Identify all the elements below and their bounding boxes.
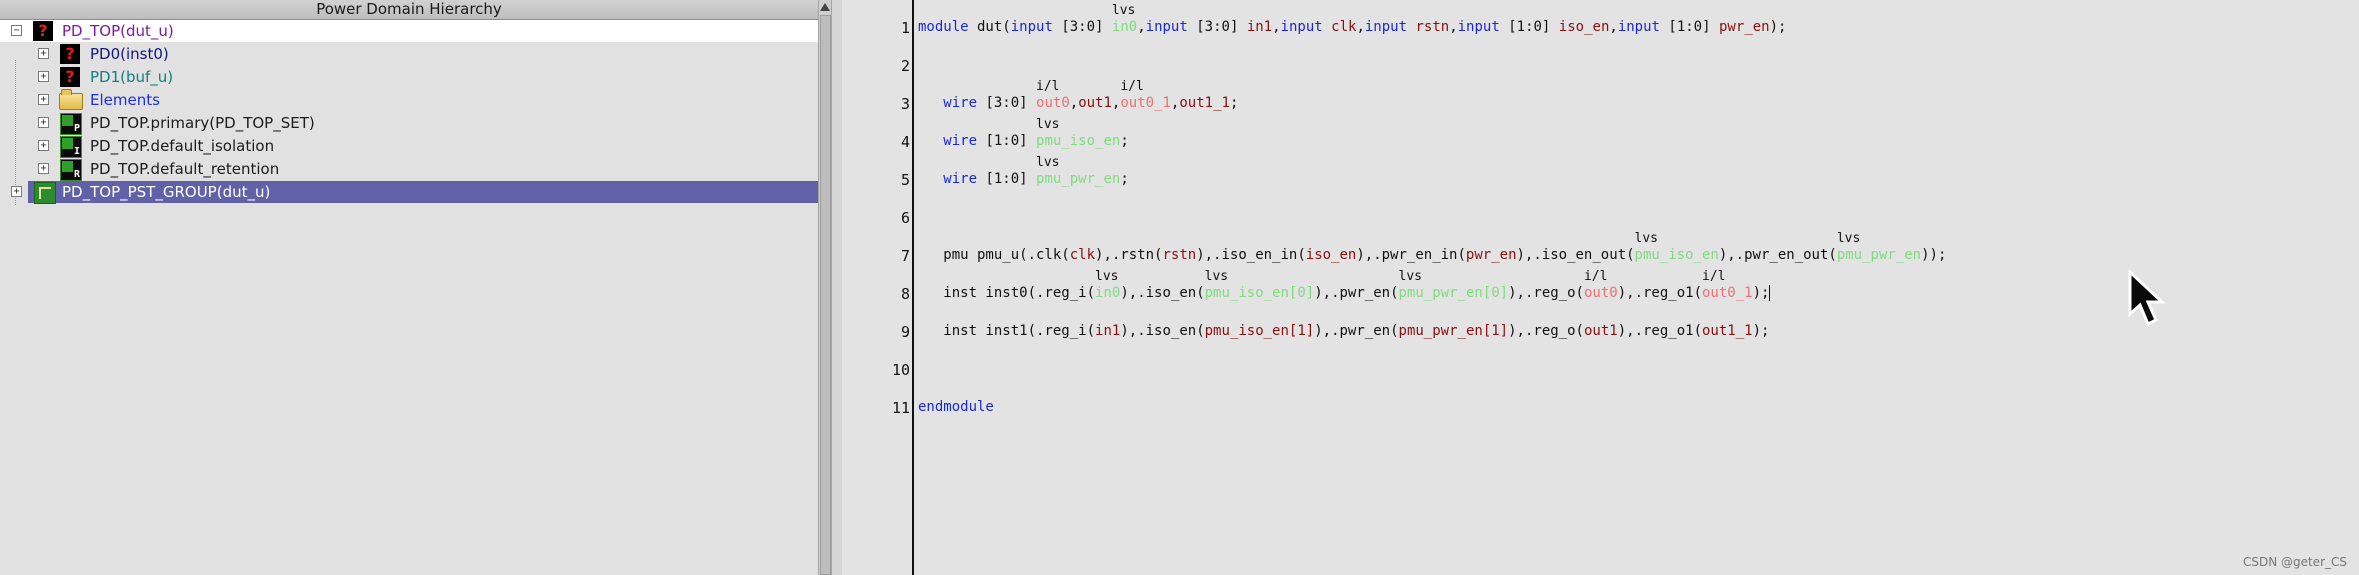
question-icon: ?	[33, 21, 53, 41]
tree-row-pd1[interactable]: + ? PD1(buf_u)	[0, 66, 818, 88]
tree-row-elements[interactable]: + Elements	[0, 89, 818, 111]
lvs-annotation: lvs pmu_iso_en	[1634, 231, 1719, 263]
code-text: inst inst0(.reg_i(lvs in0),.iso_en(lvs pmu…	[918, 269, 1771, 301]
code-line-6: 6	[842, 202, 2359, 232]
icon-badge: I	[73, 146, 80, 157]
tree-row-pd-top[interactable]: − ? PD_TOP(dut_u)	[0, 20, 818, 42]
tree-label: PD1(buf_u)	[90, 68, 174, 86]
power-domain-panel: Power Domain Hierarchy − ? PD_TOP(dut_u)…	[0, 0, 819, 575]
expand-icon[interactable]: +	[38, 140, 49, 151]
retention-icon: R	[60, 159, 82, 181]
tree-row-pst-group[interactable]: + PD_TOP_PST_GROUP(dut_u)	[0, 181, 818, 204]
tree-label: Elements	[90, 91, 160, 109]
icon-badge: P	[73, 123, 80, 134]
tree-label: PD_TOP.default_retention	[90, 160, 280, 178]
line-number: 7	[900, 247, 910, 265]
tree-row-retention[interactable]: + R PD_TOP.default_retention	[0, 158, 818, 181]
code-text: pmu pmu_u(.clk(clk),.rstn(rstn),.iso_en_…	[918, 231, 1947, 263]
code-text: wire [3:0] i/l out0,out1, i/l out0_1,out1_1…	[943, 79, 1239, 111]
code-text: module dut(input [3:0] lvs in0,input [3:0…	[918, 3, 1787, 35]
tree-row-pd0[interactable]: + ? PD0(inst0)	[0, 43, 818, 65]
text-cursor	[1769, 285, 1771, 301]
line-number: 3	[900, 95, 910, 113]
code-line-3: 3 wire [3:0] i/l out0,out1, i/l out0_1,out1…	[842, 79, 2359, 118]
il-annotation: i/l out0_1	[1702, 269, 1753, 301]
line-number: 11	[891, 399, 910, 417]
scrollbar-thumb[interactable]	[820, 15, 831, 575]
tree-label: PD_TOP(dut_u)	[62, 22, 174, 40]
code-line-7: 7 pmu pmu_u(.clk(clk),.rstn(rstn),.iso_e…	[842, 231, 2359, 270]
code-line-11: 11 endmodule	[842, 392, 2359, 422]
line-number: 4	[900, 133, 910, 151]
code-line-4: 4 wire [1:0] lvs pmu_iso_en;	[842, 117, 2359, 156]
lvs-annotation: lvs pmu_pwr_en	[1036, 155, 1121, 187]
panel-splitter[interactable]	[832, 0, 842, 575]
panel-title: Power Domain Hierarchy	[0, 0, 818, 20]
isolation-icon: I	[60, 136, 82, 158]
tree-label: PD_TOP.primary(PD_TOP_SET)	[90, 114, 315, 132]
watermark: CSDN @geter_CS	[2242, 555, 2347, 569]
folder-icon	[59, 89, 83, 110]
collapse-icon[interactable]: −	[11, 25, 22, 36]
il-annotation: i/l out0	[1583, 269, 1618, 301]
lvs-annotation: lvs pmu_pwr_en	[1836, 231, 1922, 263]
il-annotation: i/l out0_1	[1120, 79, 1171, 111]
tree-row-isolation[interactable]: + I PD_TOP.default_isolation	[0, 135, 818, 158]
expand-icon[interactable]: +	[38, 117, 49, 128]
scroll-up-icon[interactable]	[820, 3, 830, 11]
code-text: wire [1:0] lvs pmu_pwr_en;	[943, 155, 1129, 187]
line-number: 9	[900, 323, 910, 341]
code-line-10: 10	[842, 354, 2359, 384]
icon-badge: R	[73, 169, 80, 180]
code-text: wire [1:0] lvs pmu_iso_en;	[943, 117, 1129, 149]
code-text: inst inst1(.reg_i(in1),.iso_en(pmu_iso_e…	[918, 323, 1770, 339]
lvs-annotation: lvs pmu_iso_en[0]	[1204, 269, 1315, 301]
code-line-2: 2	[842, 50, 2359, 80]
expand-icon[interactable]: +	[38, 163, 49, 174]
pst-group-icon	[34, 182, 56, 204]
lvs-annotation: lvs in0	[1095, 269, 1121, 301]
expand-icon[interactable]: +	[38, 94, 49, 105]
tree-label: PD0(inst0)	[90, 45, 169, 63]
code-line-5: 5 wire [1:0] lvs pmu_pwr_en;	[842, 155, 2359, 194]
line-number: 5	[900, 171, 910, 189]
line-number: 10	[891, 361, 910, 379]
line-number: 6	[900, 209, 910, 227]
question-icon: ?	[60, 44, 80, 64]
line-number: 1	[900, 19, 910, 37]
question-icon: ?	[60, 67, 80, 87]
vertical-scrollbar[interactable]	[818, 0, 832, 575]
code-text: endmodule	[918, 399, 994, 415]
lvs-annotation: lvs in0	[1111, 3, 1138, 35]
expand-icon[interactable]: +	[38, 48, 49, 59]
tree-label: PD_TOP.default_isolation	[90, 137, 275, 155]
expand-icon[interactable]: +	[38, 71, 49, 82]
il-annotation: i/l out0	[1036, 79, 1070, 111]
mouse-pointer-icon	[2128, 270, 2166, 327]
expand-icon[interactable]: +	[11, 186, 22, 197]
tree-label: PD_TOP_PST_GROUP(dut_u)	[62, 183, 271, 201]
code-line-1: 1 module dut(input [3:0] lvs in0,input [3…	[842, 3, 2359, 42]
line-number: 2	[900, 57, 910, 75]
supply-set-icon: P	[60, 113, 82, 135]
tree-row-primary[interactable]: + P PD_TOP.primary(PD_TOP_SET)	[0, 112, 818, 135]
lvs-annotation: lvs pmu_iso_en	[1036, 117, 1121, 149]
lvs-annotation: lvs pmu_pwr_en[0]	[1398, 269, 1509, 301]
line-number: 8	[900, 285, 910, 303]
